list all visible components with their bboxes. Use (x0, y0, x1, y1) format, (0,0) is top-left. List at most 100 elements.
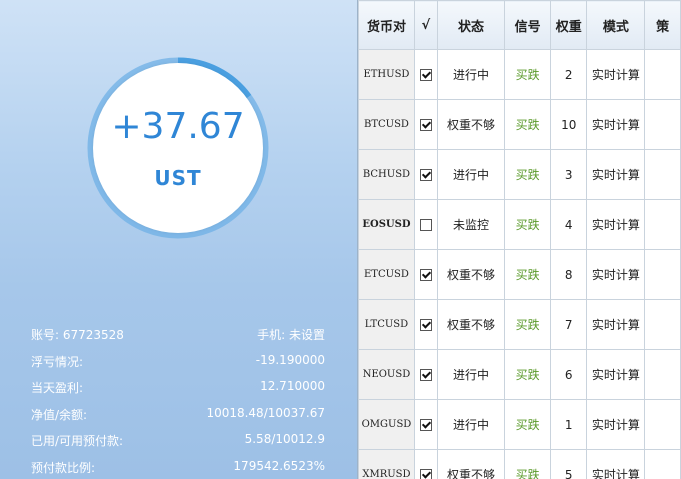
signal-cell: 买跌 (504, 449, 552, 479)
pair-cell: LTCUSD (358, 299, 415, 350)
strategy-cell (644, 249, 681, 300)
monitor-checkbox[interactable] (419, 469, 432, 479)
table-row[interactable]: OMGUSD 进行中 买跌 1 实时计算 (358, 399, 681, 450)
stat-label: 已用/可用预付款: (31, 434, 124, 448)
monitor-checkbox[interactable] (419, 369, 432, 381)
check-cell (413, 449, 438, 479)
mode-cell: 实时计算 (586, 249, 646, 300)
check-cell (413, 349, 438, 400)
stat-label: 预付款比例: (31, 460, 96, 475)
check-cell (413, 149, 438, 200)
stat-row-margin-ratio: 预付款比例: 179542.6523% (31, 459, 325, 479)
profit-value: +37.67 (111, 106, 245, 147)
account-panel: +37.67 UST 账号: 67723528 手机: 未设置 浮亏情况: -1… (0, 0, 357, 479)
status-cell: 权重不够 (436, 99, 506, 150)
column-header-status[interactable]: 状态 (436, 0, 506, 50)
stat-value: 12.710000 (260, 379, 325, 393)
stat-label: 账号: 67723528 (31, 328, 124, 342)
mode-cell: 实时计算 (586, 49, 646, 100)
status-cell: 进行中 (436, 49, 506, 100)
currency-pair-grid: 货币对 √ 状态 信号 权重 模式 策 ETHUSD 进行中 买跌 2 实时计算… (358, 0, 681, 479)
signal-cell: 买跌 (504, 249, 552, 300)
monitor-checkbox[interactable] (419, 269, 432, 281)
weight-cell: 10 (550, 99, 588, 150)
stat-row-daily-profit: 当天盈利: 12.710000 (31, 379, 325, 406)
stat-label: 当天盈利: (31, 381, 84, 395)
weight-cell: 6 (550, 349, 588, 400)
strategy-cell (644, 299, 681, 350)
column-header-mode[interactable]: 模式 (586, 0, 646, 50)
stat-row-equity-balance: 净值/余额: 10018.48/10037.67 (31, 406, 325, 433)
table-row[interactable]: XMRUSD 权重不够 买跌 5 实时计算 (358, 449, 681, 479)
strategy-cell (644, 349, 681, 400)
status-cell: 进行中 (436, 149, 506, 200)
stat-value: 10018.48/10037.67 (206, 405, 325, 420)
currency-label: UST (154, 166, 202, 190)
pair-cell: EOSUSD (358, 199, 415, 250)
column-header-weight[interactable]: 权重 (550, 0, 588, 50)
table-row[interactable]: BCHUSD 进行中 买跌 3 实时计算 (358, 149, 681, 200)
table-row[interactable]: EOSUSD 未监控 买跌 4 实时计算 (358, 199, 681, 250)
pair-cell: BTCUSD (358, 99, 415, 150)
stat-row-floating-loss: 浮亏情况: -19.190000 (31, 353, 325, 380)
mode-cell: 实时计算 (586, 149, 646, 200)
weight-cell: 8 (550, 249, 588, 300)
table-row[interactable]: LTCUSD 权重不够 买跌 7 实时计算 (358, 299, 681, 350)
signal-cell: 买跌 (504, 99, 552, 150)
monitor-checkbox[interactable] (419, 319, 432, 331)
check-cell (413, 99, 438, 150)
mode-cell: 实时计算 (586, 199, 646, 250)
table-row[interactable]: BTCUSD 权重不够 买跌 10 实时计算 (358, 99, 681, 150)
strategy-cell (644, 99, 681, 150)
account-stats: 账号: 67723528 手机: 未设置 浮亏情况: -19.190000 当天… (31, 326, 325, 479)
signal-cell: 买跌 (504, 199, 552, 250)
table-row[interactable]: ETHUSD 进行中 买跌 2 实时计算 (358, 49, 681, 100)
strategy-cell (644, 149, 681, 200)
mode-cell: 实时计算 (586, 99, 646, 150)
strategy-cell (644, 199, 681, 250)
check-cell (413, 399, 438, 450)
monitor-checkbox[interactable] (419, 69, 432, 81)
weight-cell: 1 (550, 399, 588, 450)
monitor-checkbox[interactable] (419, 419, 432, 431)
column-header-strategy[interactable]: 策 (644, 0, 681, 50)
column-header-signal[interactable]: 信号 (504, 0, 552, 50)
table-row[interactable]: NEOUSD 进行中 买跌 6 实时计算 (358, 349, 681, 400)
signal-cell: 买跌 (504, 49, 552, 100)
column-header-check[interactable]: √ (413, 0, 438, 50)
check-cell (413, 199, 438, 250)
check-cell (413, 49, 438, 100)
monitor-checkbox[interactable] (419, 219, 432, 231)
pair-cell: ETHUSD (358, 49, 415, 100)
table-row[interactable]: ETCUSD 权重不够 买跌 8 实时计算 (358, 249, 681, 300)
signal-cell: 买跌 (504, 349, 552, 400)
strategy-cell (644, 49, 681, 100)
pair-cell: ETCUSD (358, 249, 415, 300)
stat-value: -19.190000 (255, 352, 325, 367)
check-cell (413, 249, 438, 300)
pair-cell: XMRUSD (358, 449, 415, 479)
monitor-checkbox[interactable] (419, 169, 432, 181)
weight-cell: 2 (550, 49, 588, 100)
weight-cell: 5 (550, 449, 588, 479)
pair-cell: NEOUSD (358, 349, 415, 400)
stat-value: 179542.6523% (233, 458, 325, 473)
stat-row-account: 账号: 67723528 手机: 未设置 (31, 326, 325, 353)
weight-cell: 3 (550, 149, 588, 200)
signal-cell: 买跌 (504, 399, 552, 450)
stat-value: 5.58/10012.9 (244, 432, 325, 446)
signal-cell: 买跌 (504, 299, 552, 350)
strategy-cell (644, 399, 681, 450)
check-cell (413, 299, 438, 350)
monitor-checkbox[interactable] (419, 119, 432, 131)
status-cell: 未监控 (436, 199, 506, 250)
mode-cell: 实时计算 (586, 349, 646, 400)
column-header-pair[interactable]: 货币对 (358, 0, 415, 50)
status-cell: 权重不够 (436, 449, 506, 479)
stat-row-margin: 已用/可用预付款: 5.58/10012.9 (31, 432, 325, 459)
status-cell: 权重不够 (436, 249, 506, 300)
status-cell: 权重不够 (436, 299, 506, 350)
gauge-center (93, 63, 263, 233)
stat-value: 手机: 未设置 (257, 328, 325, 342)
header-row: 货币对 √ 状态 信号 权重 模式 策 (358, 0, 681, 50)
